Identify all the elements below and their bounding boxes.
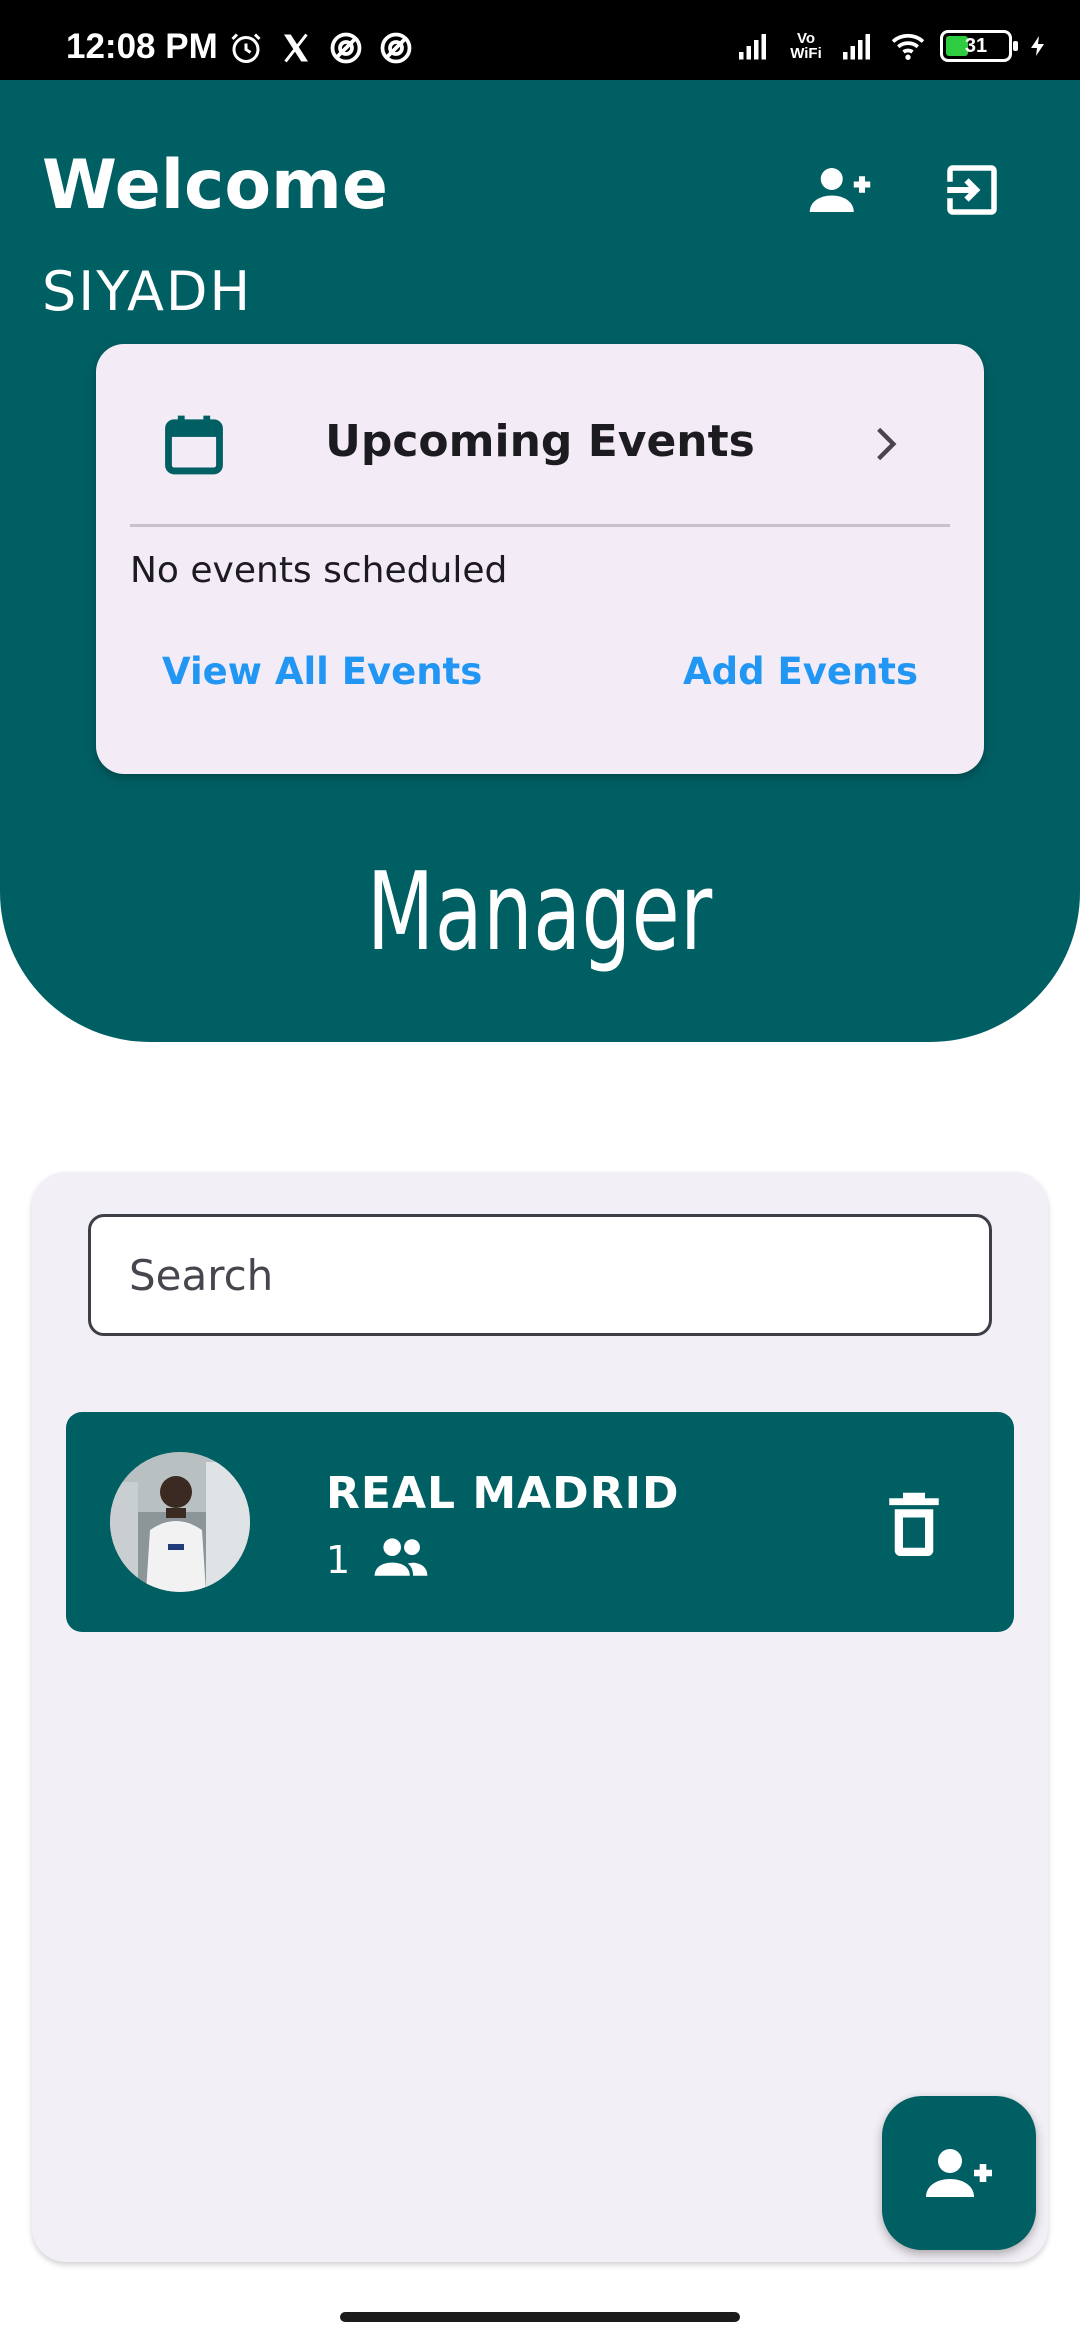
team-card[interactable]: REAL MADRID 1 [66,1412,1014,1632]
header: Welcome SIYADH Upcoming Events No events… [0,80,1080,1042]
add-events-link[interactable]: Add Events [683,650,918,693]
member-count: 1 [326,1538,351,1582]
upcoming-events-card: Upcoming Events No events scheduled View… [96,344,984,774]
role-title: Manager [367,850,713,975]
x-app-icon [284,33,308,63]
vowifi-indicator: Vo WiFi [786,31,826,61]
screen: 12:08 PM Vo WiFi 31 Welcome SIYADH Upcom… [0,0,1080,2340]
status-bar: 12:08 PM Vo WiFi 31 [0,0,1080,80]
alarm-icon [231,33,261,63]
logout-button[interactable] [932,150,1012,230]
events-empty-message: No events scheduled [130,550,508,591]
vowifi-bottom-label: WiFi [790,45,822,62]
app-notification-icon-2 [380,32,412,64]
group-icon [374,1538,428,1576]
search-input[interactable] [88,1214,992,1336]
add-user-button[interactable] [800,150,880,230]
battery-icon: 31 [940,30,1018,62]
delete-icon[interactable] [886,1490,942,1556]
view-all-events-link[interactable]: View All Events [162,650,482,693]
events-title: Upcoming Events [325,416,755,467]
events-divider [130,524,950,527]
team-photo [110,1452,250,1592]
chevron-right-icon[interactable] [864,416,908,472]
wifi-icon [891,33,925,60]
system-icons: Vo WiFi 31 [736,28,1050,64]
app-notification-icon [330,32,362,64]
welcome-title: Welcome [42,146,389,225]
home-indicator[interactable] [340,2312,740,2322]
vowifi-top-label: Vo [796,30,816,47]
add-member-fab[interactable] [882,2096,1036,2250]
teams-panel: REAL MADRID 1 [32,1172,1048,2262]
person-add-icon [809,168,871,212]
notification-icons [228,30,414,66]
logout-icon [947,165,997,215]
team-name: REAL MADRID [326,1468,680,1519]
battery-level: 31 [964,35,988,57]
signal-icon-2 [843,34,870,60]
person-add-icon [926,2149,992,2197]
battery-cap [1013,41,1018,51]
username: SIYADH [42,260,253,323]
signal-icon [739,34,766,60]
charging-icon [1031,36,1044,56]
team-avatar [110,1452,250,1592]
status-time: 12:08 PM [66,27,218,66]
